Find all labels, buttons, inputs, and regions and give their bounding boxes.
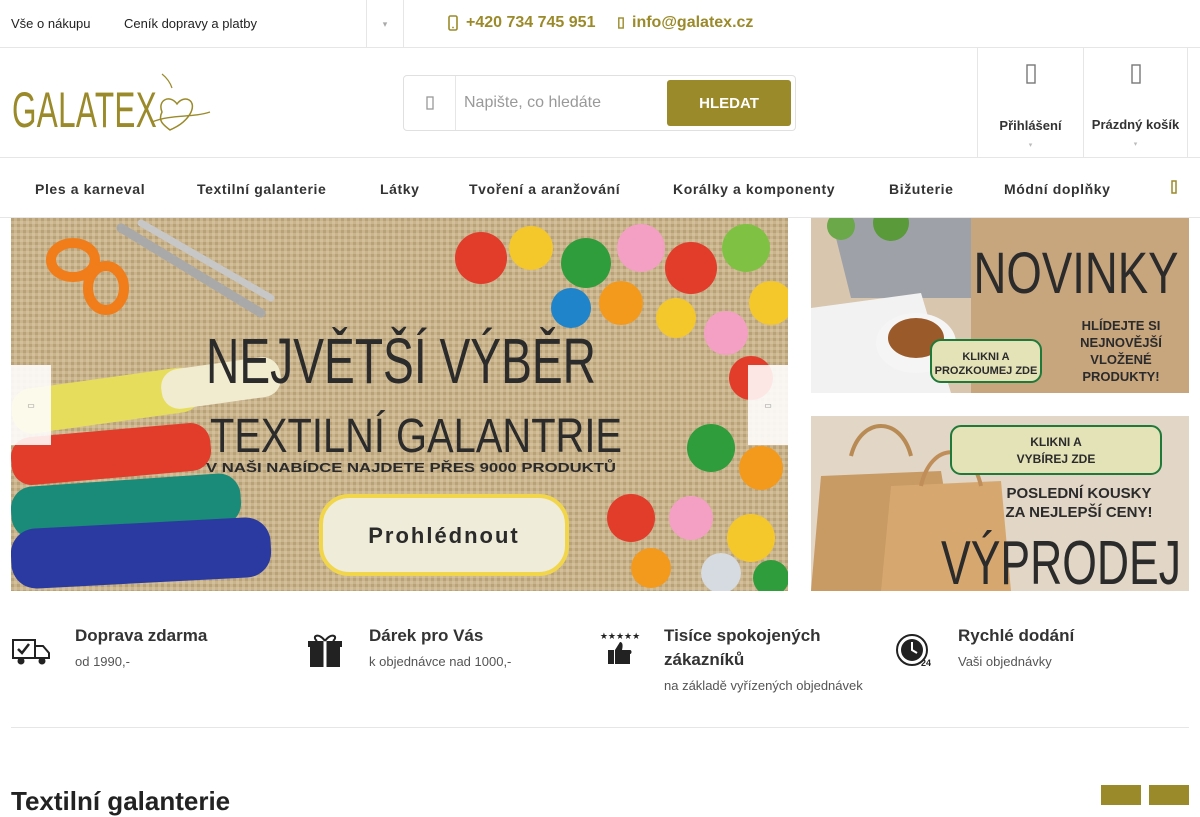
benefit-title: Rychlé dodání [958,626,1075,645]
hero-banner[interactable]: NEJVĚTŠÍ VÝBĚR TEXTILNÍ GALANTRIE V NAŠI… [11,218,788,591]
svg-text:★★★★★: ★★★★★ [600,631,640,641]
search-input[interactable] [464,88,664,118]
section-prev-button[interactable] [1101,785,1141,805]
section-next-button[interactable] [1149,785,1189,805]
novinky-banner[interactable]: NOVINKY KLIKNI A PROZKOUMEJ ZDE HLÍDEJTE… [811,218,1189,393]
banner-main-line3: V NAŠI NABÍDCE NAJDETE PŘES 9000 PRODUKT… [206,459,616,475]
clock-24-icon: 24 [896,634,931,668]
novinky-cta-label-line1: KLIKNI A [962,351,1009,363]
vyprodej-banner[interactable]: KLIKNI A VYBÍREJ ZDE POSLEDNÍ KOUSKY ZA … [811,416,1189,591]
cart-label: Prázdný košík [1091,117,1180,132]
more-links-button[interactable]: ▾ [366,0,404,48]
search-button[interactable]: HLEDAT [667,80,791,126]
novinky-text-line1: HLÍDEJTE SI [1082,318,1161,333]
banner-main-line1: NEJVĚTŠÍ VÝBĚR [206,325,596,397]
benefit-title: Dárek pro Vás [369,626,484,645]
vyprodej-cta-label-line2: VYBÍREJ ZDE [1017,451,1096,466]
login-button[interactable]: Přihlášení ▾ [977,48,1083,158]
novinky-title: NOVINKY [974,241,1179,306]
nav-item-modni-doplnky[interactable]: Módní doplňky [1004,181,1111,197]
top-bar: Vše o nákupu Ceník dopravy a platby ▾ +4… [0,0,1200,48]
search-icon [404,76,456,130]
banner-main-button-label: Prohlédnout [368,523,520,548]
truck-icon [12,639,50,665]
svg-text:GALATEX: GALATEX [12,82,157,132]
vyprodej-text-line1: POSLEDNÍ KOUSKY [1006,485,1151,502]
nav-item-tvoreni-a-aranzovani[interactable]: Tvoření a aranžování [469,181,620,197]
cart-button[interactable]: Prázdný košík ▾ [1083,48,1188,158]
benefits-strip: Doprava zdarma od 1990,- Dárek pro Vás k… [0,620,1200,710]
novinky-text-line3: VLOŽENÉ [1090,352,1152,367]
benefit-subtitle: Vaši objednávky [958,654,1052,669]
top-link-shipping-prices[interactable]: Ceník dopravy a platby [124,16,257,31]
benefit-subtitle: od 1990,- [75,654,130,669]
banner-main-line2: TEXTILNÍ GALANTRIE [210,410,622,463]
novinky-text-line2: NEJNOVĚJŠÍ [1080,335,1162,350]
vyprodej-title: VÝPRODEJ [941,529,1181,591]
login-label: Přihlášení [999,118,1062,133]
chevron-right-icon: ▭ [764,400,772,410]
benefit-title: Tisíce spokojených zákazníků [664,626,821,669]
login-dropdown-icon: ▾ [1028,142,1033,149]
thumbs-up-icon: ★★★★★ [600,631,640,664]
nav-item-ples-a-karneval[interactable]: Ples a karneval [35,181,145,197]
novinky-text-line4: PRODUKTY! [1082,369,1159,384]
carousel-prev-button[interactable]: ▭ [11,365,51,445]
carousel-next-button[interactable]: ▭ [748,365,788,445]
svg-text:24: 24 [921,658,931,668]
nav-search-icon[interactable] [1164,178,1184,198]
chevron-down-icon: ▾ [382,18,388,29]
benefit-subtitle: na základě vyřízených objednávek [664,678,863,693]
nav-item-bizuterie[interactable]: Bižuterie [889,181,954,197]
divider [11,727,1189,728]
galatex-logo[interactable]: GALATEX [12,72,212,132]
nav-item-koralky-a-komponenty[interactable]: Korálky a komponenty [673,181,835,197]
top-link-about-shopping[interactable]: Vše o nákupu [11,16,91,31]
phone-number: +420 734 745 951 [466,14,596,31]
benefit-subtitle: k objednávce nad 1000,- [369,654,512,669]
header: GALATEX HLEDAT Přihlášení ▾ Prázdný koší… [0,48,1200,158]
nav-item-latky[interactable]: Látky [380,181,420,197]
search-bar: HLEDAT [403,75,796,131]
chevron-left-icon: ▭ [27,400,35,410]
phone-link[interactable]: +420 734 745 951 [448,14,595,32]
nav-item-textilni-galanterie[interactable]: Textilní galanterie [197,181,326,197]
phone-icon [448,15,458,31]
envelope-icon [618,17,624,29]
gift-icon [308,634,342,667]
vyprodej-cta-button[interactable] [950,425,1162,475]
section-title: Textilní galanterie [11,786,231,816]
email-link[interactable]: info@galatex.cz [618,14,753,32]
vyprodej-cta-label-line1: KLIKNI A [1030,435,1082,449]
cart-dropdown-icon: ▾ [1133,141,1138,148]
main-navigation: Ples a karneval Textilní galanterie Látk… [0,158,1200,218]
cart-icon [1084,64,1187,92]
vyprodej-text-line2: ZA NEJLEPŠÍ CENY! [1006,503,1153,521]
novinky-cta-label-line2: PROZKOUMEJ ZDE [935,365,1038,377]
benefit-title: Doprava zdarma [75,626,208,645]
user-icon [978,64,1083,92]
email-address: info@galatex.cz [632,14,754,31]
